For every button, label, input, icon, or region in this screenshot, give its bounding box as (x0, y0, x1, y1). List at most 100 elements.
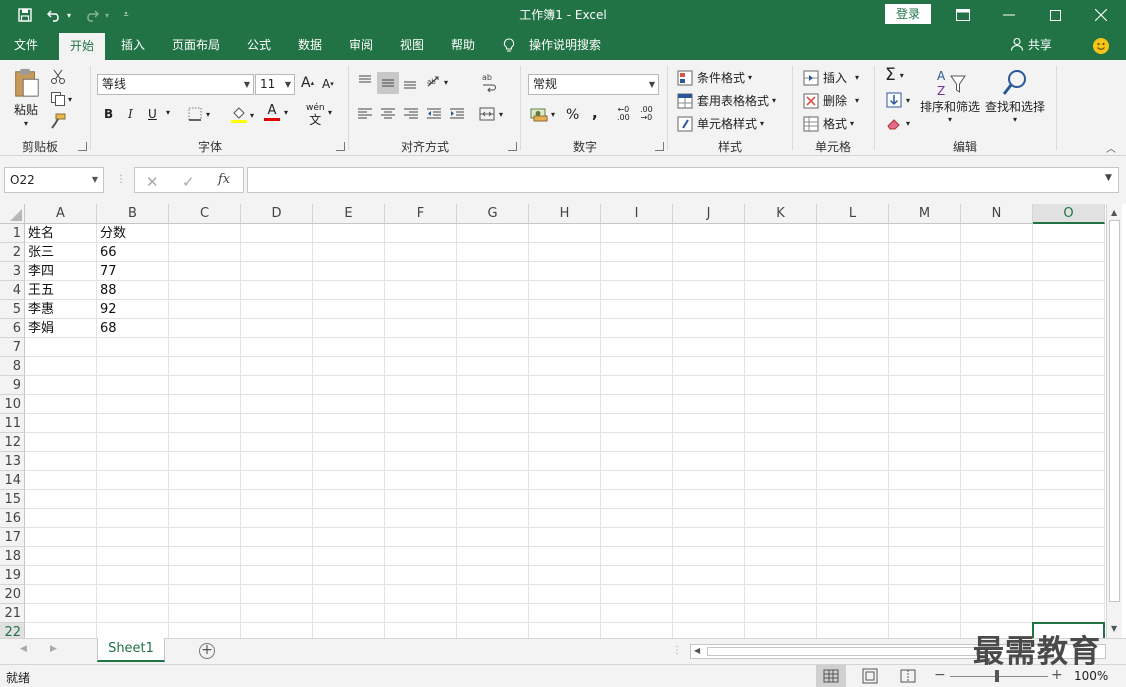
cell[interactable]: 66 (97, 243, 169, 262)
align-left-icon[interactable] (357, 107, 373, 121)
column-header[interactable]: J (673, 204, 745, 224)
font-color-dropdown-icon[interactable]: ▾ (284, 108, 288, 117)
number-launcher-icon[interactable] (655, 142, 664, 151)
row-header[interactable]: 7 (0, 338, 25, 357)
cell[interactable]: 分数 (97, 224, 169, 243)
row-header[interactable]: 3 (0, 262, 25, 281)
row-header[interactable]: 19 (0, 566, 25, 585)
column-header[interactable]: H (529, 204, 601, 224)
paste-button[interactable]: 粘贴 ▾ (10, 68, 42, 128)
zoom-slider-thumb[interactable] (995, 670, 999, 682)
horizontal-scroll-thumb[interactable] (707, 647, 977, 656)
page-break-view-button[interactable] (893, 665, 923, 687)
scroll-up-icon[interactable]: ▲ (1111, 208, 1117, 217)
row-header[interactable]: 11 (0, 414, 25, 433)
sheet-splitter-icon[interactable]: ⋮ (672, 645, 682, 656)
name-box[interactable]: O22 ▼ (4, 167, 104, 193)
maximize-icon[interactable] (1032, 0, 1078, 30)
format-painter-icon[interactable] (50, 112, 68, 130)
format-cells-button[interactable]: 格式 ▾ (803, 115, 854, 132)
column-header[interactable]: O (1033, 204, 1105, 224)
tab-insert[interactable]: 插入 (112, 30, 154, 60)
copy-icon[interactable]: ▾ (50, 90, 80, 108)
increase-indent-icon[interactable] (449, 107, 465, 121)
column-header[interactable]: F (385, 204, 457, 224)
minimize-icon[interactable] (986, 0, 1032, 30)
tell-me-search[interactable]: 操作说明搜索 (522, 30, 608, 60)
row-header[interactable]: 15 (0, 490, 25, 509)
row-header[interactable]: 1 (0, 224, 25, 243)
tab-help[interactable]: 帮助 (442, 30, 484, 60)
column-header[interactable]: M (889, 204, 961, 224)
row-header[interactable]: 6 (0, 319, 25, 338)
row-header[interactable]: 21 (0, 604, 25, 623)
row-header[interactable]: 9 (0, 376, 25, 395)
format-as-table-button[interactable]: 套用表格格式 ▾ (677, 92, 776, 109)
cell[interactable]: 李四 (25, 262, 97, 281)
align-right-icon[interactable] (403, 107, 419, 121)
alignment-launcher-icon[interactable] (508, 142, 517, 151)
login-button[interactable]: 登录 (885, 4, 931, 24)
zoom-slider-track[interactable] (950, 676, 1048, 677)
lightbulb-icon[interactable] (500, 30, 518, 60)
column-header[interactable]: D (241, 204, 313, 224)
italic-button[interactable]: I (128, 107, 133, 121)
font-color-button[interactable]: A (264, 104, 280, 121)
column-header[interactable]: G (457, 204, 529, 224)
select-all-corner[interactable] (0, 204, 25, 224)
cell[interactable]: 李惠 (25, 300, 97, 319)
normal-view-button[interactable] (816, 665, 846, 687)
cell[interactable]: 68 (97, 319, 169, 338)
cell[interactable]: 92 (97, 300, 169, 319)
decrease-indent-icon[interactable] (426, 107, 442, 121)
tab-review[interactable]: 审阅 (340, 30, 382, 60)
scroll-left-icon[interactable]: ◀ (694, 646, 700, 655)
clear-button[interactable]: ▾ (886, 115, 910, 131)
ribbon-display-options-icon[interactable] (940, 0, 986, 30)
vertical-scrollbar[interactable]: ▲ ▼ (1106, 204, 1122, 638)
bold-button[interactable]: B (104, 107, 113, 121)
expand-formula-bar-icon[interactable]: ▼ (1105, 173, 1112, 183)
align-center-icon[interactable] (380, 107, 396, 121)
conditional-formatting-button[interactable]: 条件格式 ▾ (677, 69, 752, 86)
phonetic-guide-button[interactable]: wén 文 (306, 104, 325, 128)
orientation-icon[interactable]: ab ▾ (426, 74, 448, 90)
row-header[interactable]: 5 (0, 300, 25, 319)
underline-dropdown-icon[interactable]: ▾ (166, 108, 170, 117)
prev-sheet-icon[interactable]: ◀ (20, 644, 27, 654)
row-header[interactable]: 12 (0, 433, 25, 452)
align-middle-icon[interactable] (377, 72, 399, 94)
increase-decimal-button[interactable]: ←0 .00 (617, 106, 630, 122)
insert-function-icon[interactable]: fx (218, 172, 230, 187)
close-icon[interactable] (1078, 0, 1124, 30)
column-header[interactable]: N (961, 204, 1033, 224)
cell[interactable]: 王五 (25, 281, 97, 300)
column-header[interactable]: A (25, 204, 97, 224)
page-layout-view-button[interactable] (855, 665, 885, 687)
add-sheet-icon[interactable]: + (199, 643, 215, 659)
worksheet-grid[interactable]: A B C D E F G H I J K L M N O 1 2 3 4 5 6 7 8 9 10 11 12 13 14 15 16 17… (0, 204, 1126, 638)
formula-input[interactable] (247, 167, 1119, 193)
wrap-text-icon[interactable]: ab (481, 72, 497, 92)
comma-style-button[interactable]: , (592, 104, 598, 122)
fill-color-icon[interactable]: ▾ (230, 106, 254, 124)
align-bottom-icon[interactable] (402, 74, 418, 90)
sheet-tab-sheet1[interactable]: Sheet1 (97, 638, 165, 662)
row-header[interactable]: 17 (0, 528, 25, 547)
row-header[interactable]: 22 (0, 623, 25, 638)
column-header[interactable]: C (169, 204, 241, 224)
row-header[interactable]: 14 (0, 471, 25, 490)
accounting-format-icon[interactable]: ▾ (530, 106, 555, 122)
borders-icon[interactable]: ▾ (188, 107, 210, 121)
row-header[interactable]: 20 (0, 585, 25, 604)
delete-cells-button[interactable]: 删除 ▾ (803, 92, 859, 109)
column-header[interactable]: B (97, 204, 169, 224)
row-header[interactable]: 4 (0, 281, 25, 300)
redo-icon[interactable] (82, 0, 102, 30)
autosum-button[interactable]: Σ ▾ (885, 65, 904, 85)
tab-data[interactable]: 数据 (289, 30, 331, 60)
find-select-button[interactable]: 查找和选择 ▾ (984, 68, 1046, 124)
font-size-select[interactable]: 11 ▼ (255, 74, 295, 95)
cell[interactable]: 77 (97, 262, 169, 281)
row-header[interactable]: 16 (0, 509, 25, 528)
